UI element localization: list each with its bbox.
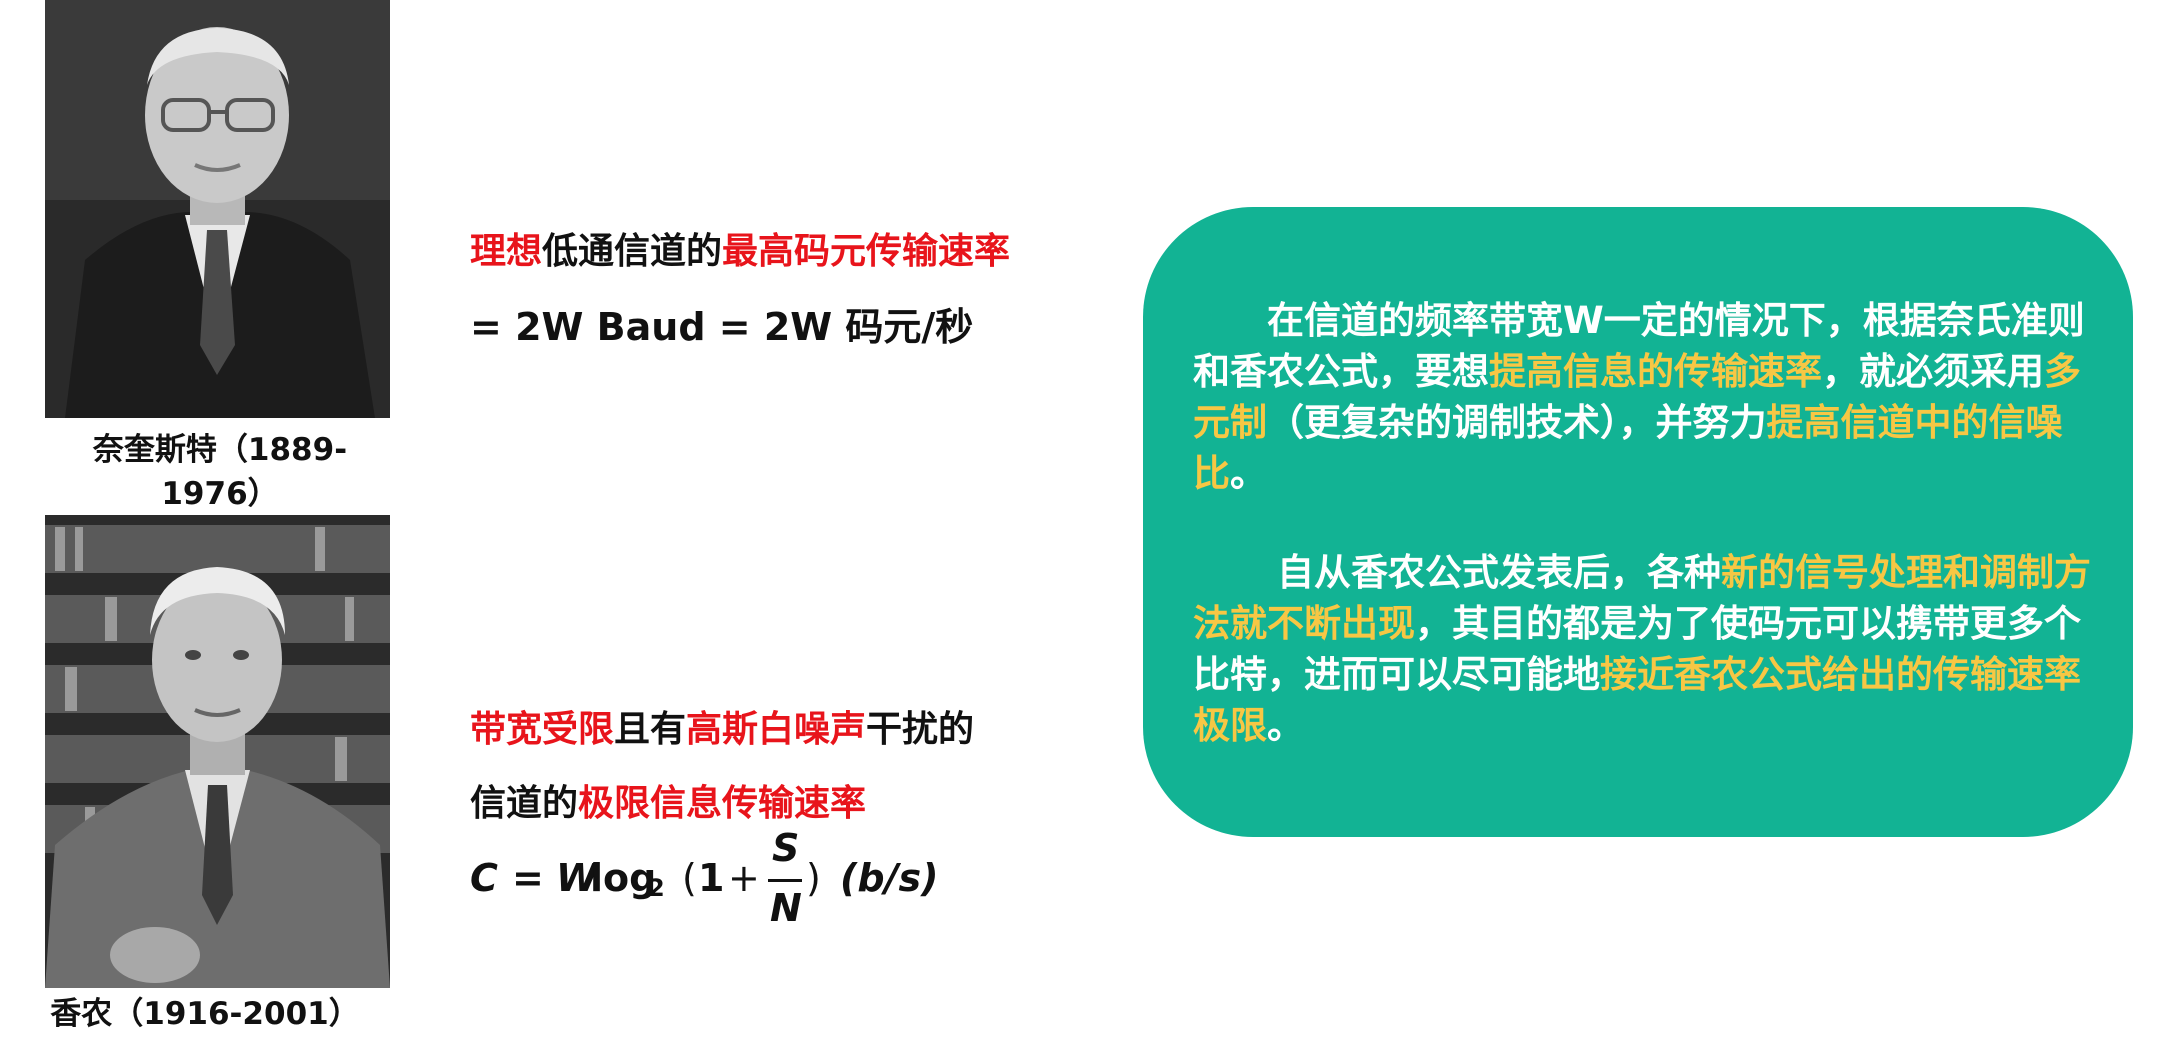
nyquist-portrait-image bbox=[45, 0, 390, 418]
shannon-l2-seg-2: 极限信息传输速率 bbox=[578, 783, 867, 824]
shannon-l2-seg-1: 信道的 bbox=[470, 783, 579, 824]
nyquist-title-seg-2: 低通信道的 bbox=[542, 231, 723, 272]
nyquist-rate-title: 理想低通信道的最高码元传输速率 bbox=[470, 222, 1010, 274]
info-paragraph-1: 在信道的频率带宽W一定的情况下，根据奈氏准则和香农公式，要想提高信息的传输速率，… bbox=[1193, 295, 2093, 499]
formula-equals: = bbox=[512, 856, 544, 900]
formula-one: 1 bbox=[698, 856, 725, 900]
formula-open-paren: ( bbox=[682, 856, 697, 900]
p1-seg-7: 。 bbox=[1230, 452, 1267, 495]
nyquist-portrait bbox=[45, 0, 390, 418]
formula-c: C bbox=[470, 856, 498, 900]
nyquist-title-seg-1: 理想 bbox=[470, 231, 543, 272]
formula-log: log bbox=[590, 856, 657, 900]
nyquist-rate-formula: = 2W Baud = 2W 码元/秒 bbox=[470, 305, 974, 349]
shannon-formula: C = W log 2 ( 1 + S N ) (b/s) bbox=[470, 826, 990, 936]
formula-plus: + bbox=[728, 856, 760, 900]
formula-unit: (b/s) bbox=[840, 856, 939, 900]
formula-base: 2 bbox=[648, 874, 665, 902]
p1-seg-3: ，就必须采用 bbox=[1822, 350, 2044, 393]
formula-denominator: N bbox=[770, 886, 802, 930]
formula-close-paren: ) bbox=[806, 856, 821, 900]
shannon-title-line2: 信道的极限信息传输速率 bbox=[470, 774, 866, 826]
p2-seg-1: 自从香农公式发表后，各种 bbox=[1277, 551, 1721, 594]
shannon-portrait-image bbox=[45, 515, 390, 988]
shannon-portrait bbox=[45, 515, 390, 988]
info-paragraph-2: 自从香农公式发表后，各种新的信号处理和调制方法就不断出现，其目的都是为了使码元可… bbox=[1193, 547, 2093, 751]
p1-seg-5: （更复杂的调制技术），并努力 bbox=[1267, 401, 1767, 444]
shannon-l1-seg-4: 干扰的 bbox=[866, 709, 975, 750]
nyquist-caption: 奈奎斯特（1889-1976） bbox=[92, 432, 348, 512]
shannon-l1-seg-1: 带宽受限 bbox=[470, 709, 615, 750]
shannon-caption: 香农（1916-2001） bbox=[50, 996, 360, 1032]
shannon-title-line1: 带宽受限且有高斯白噪声干扰的 bbox=[470, 700, 974, 752]
info-box: 在信道的频率带宽W一定的情况下，根据奈氏准则和香农公式，要想提高信息的传输速率，… bbox=[1143, 207, 2133, 837]
p1-seg-2: 提高信息的传输速率 bbox=[1489, 350, 1822, 393]
p2-seg-5: 。 bbox=[1267, 704, 1304, 747]
shannon-l1-seg-2: 且有 bbox=[614, 709, 687, 750]
nyquist-title-seg-3: 最高码元传输速率 bbox=[722, 231, 1011, 272]
shannon-l1-seg-3: 高斯白噪声 bbox=[686, 709, 867, 750]
formula-fraction-bar bbox=[768, 879, 802, 882]
formula-numerator: S bbox=[772, 826, 800, 870]
